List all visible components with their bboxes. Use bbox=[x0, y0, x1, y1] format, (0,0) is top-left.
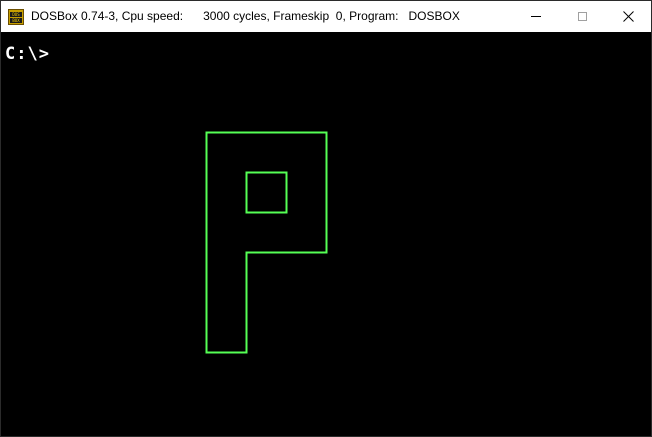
dosbox-app-icon[interactable]: DOS BOX bbox=[8, 9, 24, 25]
minimize-button[interactable] bbox=[513, 1, 559, 32]
app-icon-label-bottom: BOX bbox=[10, 18, 22, 23]
dos-screen[interactable]: C:\> bbox=[1, 32, 651, 436]
app-icon-label-top: DOS bbox=[10, 12, 22, 17]
letter-p-drawing bbox=[205, 131, 328, 354]
letter-p-inner-square bbox=[245, 171, 288, 214]
maximize-icon bbox=[577, 12, 587, 21]
letter-p-outer-outline bbox=[205, 131, 328, 354]
maximize-button[interactable] bbox=[559, 1, 605, 32]
minimize-icon bbox=[531, 16, 541, 17]
window-title: DOSBox 0.74-3, Cpu speed: 3000 cycles, F… bbox=[31, 9, 460, 23]
dosbox-window: DOS BOX DOSBox 0.74-3, Cpu speed: 3000 c… bbox=[0, 0, 652, 437]
title-bar[interactable]: DOS BOX DOSBox 0.74-3, Cpu speed: 3000 c… bbox=[1, 1, 651, 32]
close-button[interactable] bbox=[605, 1, 651, 32]
close-icon bbox=[622, 11, 634, 22]
